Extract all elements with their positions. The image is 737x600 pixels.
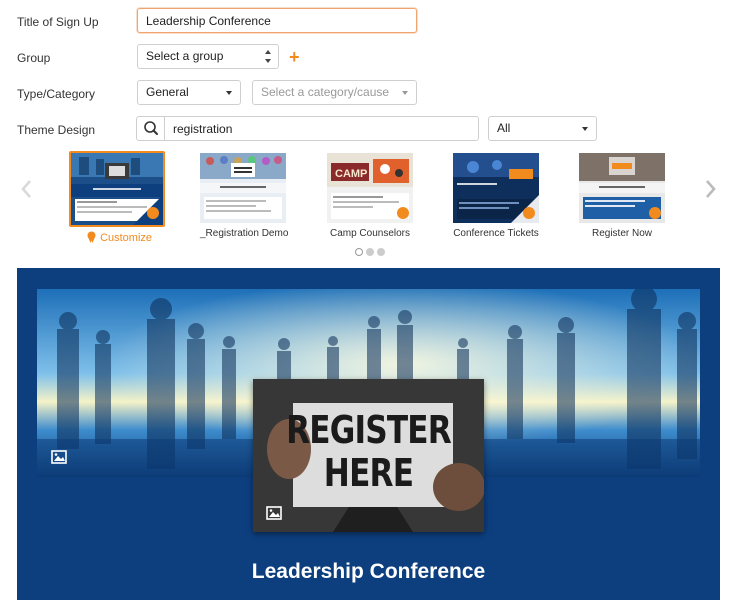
- group-row: Group Select a group +: [0, 43, 737, 73]
- theme-thumb-image: [200, 153, 286, 223]
- updown-icon: [265, 50, 272, 63]
- chevron-left-icon[interactable]: [19, 178, 33, 200]
- theme-caption: Camp Counselors: [329, 228, 411, 239]
- search-icon[interactable]: [137, 117, 165, 140]
- theme-thumb-image: CAMP: [327, 153, 413, 223]
- theme-label: Theme Design: [17, 123, 96, 137]
- page-dot[interactable]: [355, 248, 363, 256]
- title-label: Title of Sign Up: [17, 15, 99, 29]
- page-dot[interactable]: [377, 248, 385, 256]
- theme-thumb-image: [579, 153, 665, 223]
- chevron-down-icon: [582, 127, 588, 131]
- theme-search: [136, 116, 479, 141]
- theme-caption: Register Now: [591, 228, 653, 239]
- theme-filter-value: All: [497, 121, 511, 135]
- customize-label: Customize: [100, 232, 153, 244]
- theme-search-input[interactable]: [166, 117, 476, 140]
- title-input[interactable]: [137, 8, 417, 33]
- svg-text:CAMP: CAMP: [335, 168, 367, 180]
- page-dot[interactable]: [366, 248, 374, 256]
- group-label: Group: [17, 51, 51, 65]
- preview-title: Leadership Conference: [251, 560, 486, 583]
- feature-text-line1: REGISTER: [286, 408, 452, 452]
- category-select[interactable]: Select a category/cause: [252, 80, 417, 105]
- theme-filter-select[interactable]: All: [488, 116, 597, 141]
- type-select[interactable]: General: [137, 80, 241, 105]
- type-select-value: General: [146, 85, 189, 99]
- feature-text-line2: HERE: [323, 451, 414, 495]
- theme-thumb-image: [453, 153, 539, 223]
- type-row: Type/Category General Select a category/…: [0, 79, 737, 109]
- category-select-value: Select a category/cause: [261, 85, 390, 99]
- theme-caption: Conference Tickets: [453, 228, 539, 239]
- group-select[interactable]: Select a group: [137, 44, 279, 69]
- chevron-down-icon: [226, 91, 232, 95]
- customize-button[interactable]: Customize: [86, 231, 152, 244]
- image-icon[interactable]: [51, 450, 67, 467]
- plus-icon[interactable]: +: [289, 48, 300, 66]
- ribbon-badge-icon: [87, 231, 96, 243]
- type-label: Type/Category: [17, 87, 96, 101]
- chevron-right-icon[interactable]: [704, 178, 718, 200]
- image-icon[interactable]: [266, 506, 282, 523]
- group-select-value: Select a group: [146, 49, 224, 63]
- chevron-down-icon: [402, 91, 408, 95]
- theme-caption: _Registration Demo: [200, 228, 289, 239]
- title-row: Title of Sign Up: [0, 7, 737, 37]
- carousel-pagination: [355, 248, 387, 258]
- theme-thumb-image: [69, 151, 165, 227]
